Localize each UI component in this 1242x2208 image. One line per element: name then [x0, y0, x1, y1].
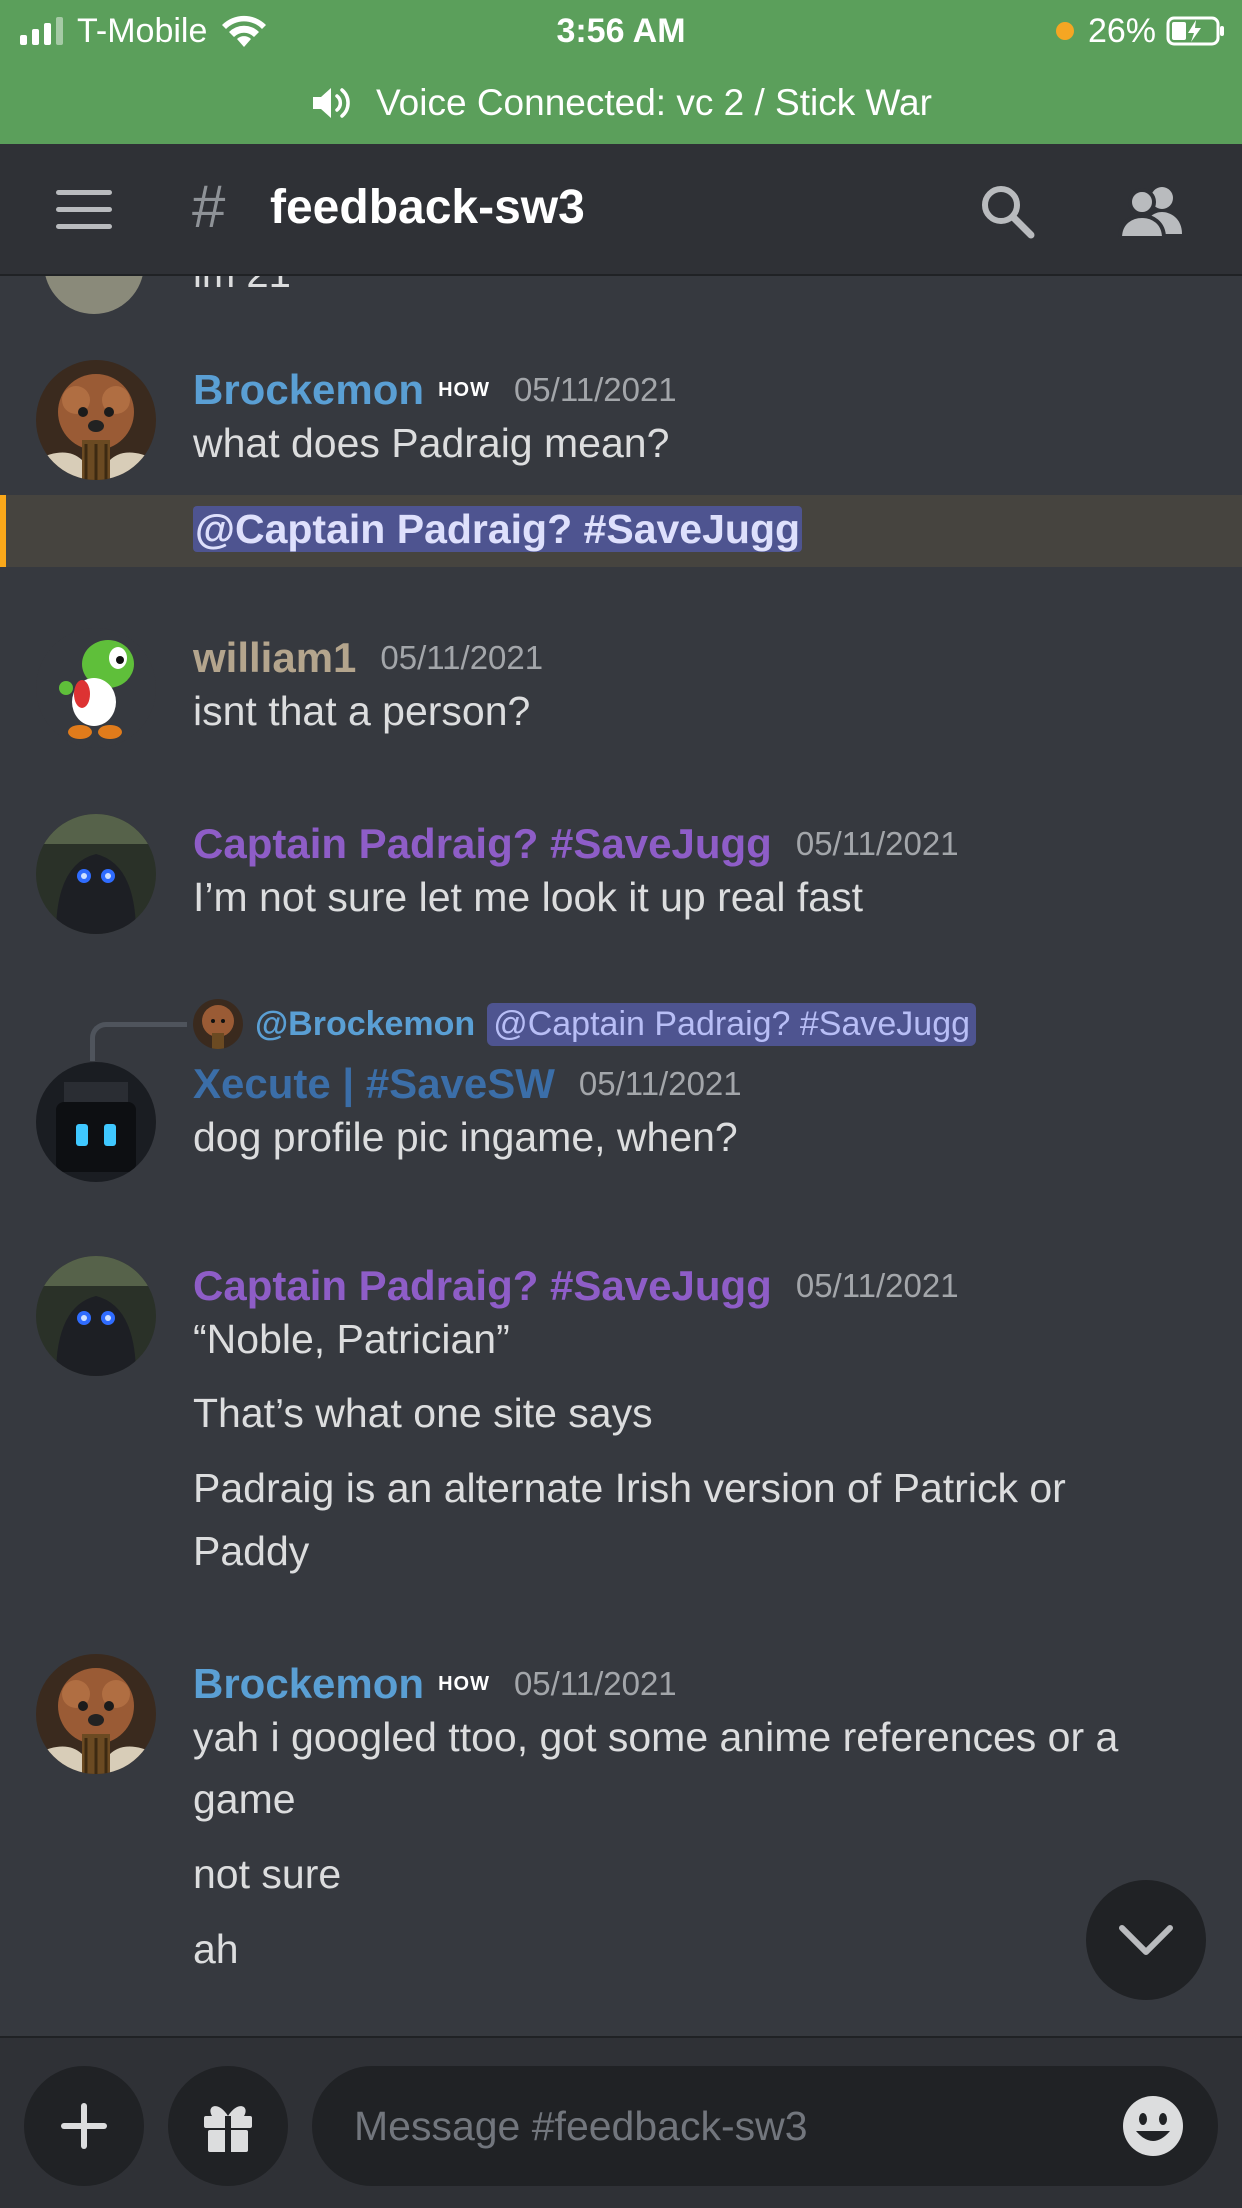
avatar[interactable] [36, 1256, 156, 1376]
reply-author[interactable]: @Brockemon [255, 1005, 475, 1044]
status-and-voice-bar: T-Mobile 3:56 AM 26% Voice Connected: vc… [0, 0, 1242, 144]
message-list[interactable]: im 21 Brockemon HOW 05/11/202 [0, 276, 1242, 2036]
privacy-dot-icon [1055, 22, 1074, 40]
battery-percent: 26% [1087, 11, 1156, 50]
menu-icon[interactable] [56, 190, 112, 230]
message-text: “Noble, Patrician” [193, 1316, 510, 1362]
timestamp: 05/11/2021 [795, 825, 959, 862]
status-right: 26% [1055, 10, 1226, 52]
message-text: yah i googled ttoo, got some anime refer… [193, 1714, 1119, 1760]
message-header: Captain Padraig? #SaveJugg 05/11/2021 [193, 816, 959, 872]
avatar[interactable] [36, 814, 156, 934]
username[interactable]: william1 [193, 634, 356, 682]
message-text: ah [193, 1926, 239, 1972]
user-tag: HOW [438, 378, 490, 401]
jump-to-latest-button[interactable] [1086, 1880, 1206, 2000]
gift-icon [204, 2106, 252, 2152]
message-composer: Message #feedback-sw3 [0, 2036, 1242, 2208]
message-placeholder: Message #feedback-sw3 [354, 2103, 808, 2149]
avatar[interactable] [44, 276, 144, 314]
avatar [193, 999, 243, 1049]
chevron-down-icon [1119, 1925, 1173, 1955]
channel-title[interactable]: feedback-sw3 [270, 180, 585, 236]
search-icon[interactable] [978, 182, 1036, 240]
message-text: @Captain Padraig? #SaveJugg [193, 498, 1213, 561]
message-text: I’m not sure let me look it up real fast [193, 874, 863, 920]
emoji-icon[interactable] [1120, 2093, 1186, 2159]
hash-icon: # [192, 173, 226, 240]
message-header: Xecute | #SaveSW 05/11/2021 [193, 1056, 742, 1112]
username[interactable]: Brockemon [193, 366, 424, 414]
message-text: That’s what one site says [193, 1390, 653, 1436]
reply-reference[interactable]: @Brockemon @Captain Padraig? #SaveJugg [193, 996, 977, 1052]
timestamp: 05/11/2021 [795, 1267, 959, 1304]
timestamp: 05/11/2021 [513, 371, 677, 408]
timestamp: 05/11/2021 [578, 1065, 742, 1102]
battery-charging-icon [1166, 16, 1224, 46]
message-text: not sure [193, 1851, 342, 1897]
voice-banner-text: Voice Connected: vc 2 / Stick War [376, 82, 932, 123]
message-text: Padraig is an alternate Irish version of… [193, 1465, 1066, 1511]
message-header: william1 05/11/2021 [193, 630, 543, 686]
message-text: what does Padraig mean? [193, 420, 670, 466]
message-header: Brockemon HOW 05/11/2021 [193, 362, 677, 418]
speaker-icon [313, 88, 350, 118]
username[interactable]: Captain Padraig? #SaveJugg [193, 1262, 772, 1310]
avatar[interactable] [36, 1654, 156, 1774]
message-text: im 21 [193, 276, 291, 297]
avatar[interactable] [36, 360, 156, 480]
avatar[interactable] [36, 628, 156, 748]
reply-snippet: @Captain Padraig? #SaveJugg [487, 1002, 977, 1046]
reply-connector [90, 1022, 187, 1061]
voice-connected-banner[interactable]: Voice Connected: vc 2 / Stick War [0, 80, 1242, 126]
timestamp: 05/11/2021 [513, 1665, 677, 1702]
gift-button[interactable] [168, 2066, 288, 2186]
message-header: Brockemon HOW 05/11/2021 [193, 1656, 677, 1712]
user-tag: HOW [438, 1672, 490, 1695]
message-input[interactable]: Message #feedback-sw3 [312, 2066, 1218, 2186]
avatar[interactable] [36, 1062, 156, 1182]
message-text: Paddy [193, 1528, 310, 1574]
members-icon[interactable] [1118, 182, 1186, 240]
channel-header: # feedback-sw3 [0, 144, 1242, 276]
username[interactable]: Xecute | #SaveSW [193, 1060, 555, 1108]
user-mention[interactable]: @Captain Padraig? #SaveJugg [193, 506, 803, 552]
timestamp: 05/11/2021 [380, 639, 544, 676]
message-text: dog profile pic ingame, when? [193, 1114, 738, 1160]
message-text: isnt that a person? [193, 688, 531, 734]
message-text: game [193, 1776, 296, 1822]
username[interactable]: Captain Padraig? #SaveJugg [193, 820, 772, 868]
username[interactable]: Brockemon [193, 1660, 424, 1708]
plus-icon [61, 2103, 107, 2149]
attach-button[interactable] [24, 2066, 144, 2186]
message-header: Captain Padraig? #SaveJugg 05/11/2021 [193, 1258, 959, 1314]
